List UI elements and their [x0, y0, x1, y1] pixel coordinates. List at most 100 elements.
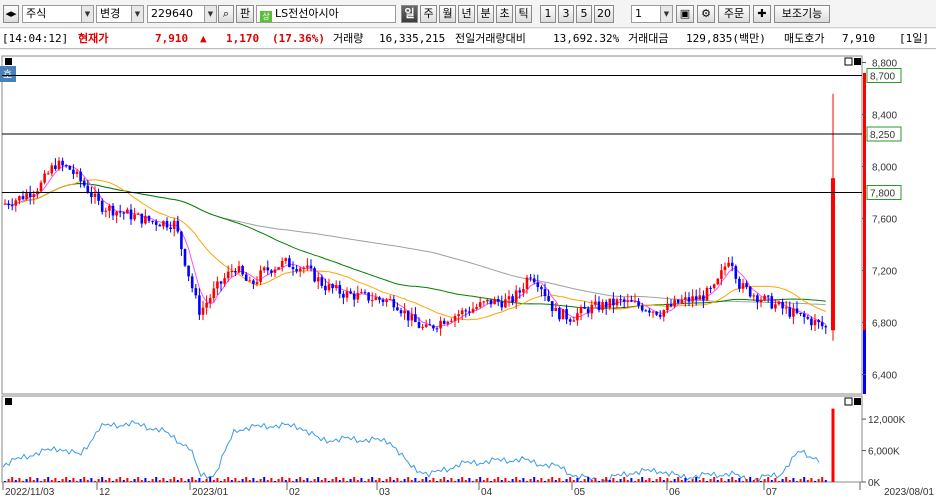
- stock-code-input[interactable]: 229640 ▼: [147, 5, 217, 23]
- volume-bar: [680, 480, 683, 482]
- candle-body: [748, 286, 752, 297]
- candle-body: [741, 283, 745, 289]
- chevron-down-icon[interactable]: ▼: [81, 6, 93, 22]
- candle-body: [201, 307, 205, 315]
- volume-bar: [29, 477, 32, 482]
- panel-menu-icon[interactable]: [5, 58, 12, 65]
- nav-arrows-button[interactable]: ◂▸: [3, 5, 19, 23]
- volume-bar: [202, 481, 204, 482]
- candle-body: [594, 301, 597, 305]
- volume-bar: [47, 477, 50, 482]
- candle-body: [417, 321, 421, 328]
- period-button[interactable]: 틱: [515, 5, 532, 23]
- save-button[interactable]: ▣: [676, 5, 694, 23]
- volume-bar: [623, 477, 626, 482]
- candle-body: [216, 281, 219, 289]
- volume-bar: [659, 477, 662, 482]
- volume-bar: [104, 480, 107, 482]
- candle-body: [442, 320, 446, 324]
- close-icon[interactable]: [854, 58, 861, 65]
- chevron-down-icon[interactable]: ▼: [660, 6, 672, 22]
- candle-body: [21, 196, 25, 200]
- interval-button[interactable]: 20: [594, 5, 614, 23]
- search-button[interactable]: ⌕: [218, 5, 234, 23]
- period-button[interactable]: 일: [401, 5, 418, 23]
- stock-chart[interactable]: 호 8,700 8,250 7,800 8,800 8,400 8,000 7,600 7,…: [0, 50, 936, 498]
- candle-body: [367, 292, 370, 301]
- chevron-down-icon[interactable]: ▼: [131, 6, 143, 22]
- stock-name-field[interactable]: 상 LS전선아시아: [256, 5, 396, 23]
- volume-bar: [605, 477, 608, 482]
- volume-bar: [767, 477, 770, 482]
- candle-body: [316, 277, 320, 282]
- candle-body: [579, 307, 583, 314]
- add-button[interactable]: ✚: [753, 5, 771, 23]
- candle-body: [550, 301, 554, 312]
- candle-body: [266, 267, 270, 271]
- period-button[interactable]: 년: [458, 5, 475, 23]
- candle-body: [439, 320, 442, 329]
- candle-body: [331, 284, 334, 289]
- period-button[interactable]: 주: [420, 5, 437, 23]
- period-button[interactable]: 월: [439, 5, 456, 23]
- candle-body: [46, 173, 50, 175]
- period-button[interactable]: 초: [496, 5, 513, 23]
- candle-body: [597, 301, 601, 311]
- volume-bar: [220, 481, 222, 482]
- candle-body: [684, 297, 687, 300]
- candle-body: [558, 308, 561, 320]
- maximize-icon[interactable]: [844, 57, 853, 66]
- count-value: 1: [635, 7, 642, 20]
- date-tick-label: 06: [669, 487, 681, 498]
- candle-body: [162, 221, 165, 227]
- price-range-marker: [863, 330, 866, 394]
- change-select[interactable]: 변경 ▼: [96, 5, 144, 23]
- panel-menu-icon[interactable]: [5, 398, 12, 405]
- volume-bar: [274, 481, 276, 482]
- candle-body: [633, 301, 637, 303]
- settings-button[interactable]: ⚙: [697, 5, 715, 23]
- candle-body: [666, 304, 669, 311]
- volume-bar: [497, 477, 500, 482]
- candle-body: [694, 296, 698, 300]
- interval-button[interactable]: 1: [540, 5, 556, 23]
- close-icon[interactable]: [854, 398, 861, 405]
- pan-button[interactable]: 판: [236, 5, 254, 23]
- candle-body: [298, 268, 302, 272]
- order-button[interactable]: 주문: [718, 5, 750, 23]
- candle-body: [547, 296, 550, 302]
- maximize-icon[interactable]: [844, 397, 853, 406]
- volume-bar: [695, 477, 698, 482]
- volume-bar: [173, 477, 176, 482]
- volume-bar: [11, 477, 14, 482]
- candle-body: [460, 310, 464, 315]
- candle-body: [133, 214, 136, 220]
- volume-bar: [724, 481, 726, 482]
- period-button[interactable]: 분: [477, 5, 494, 23]
- candle-body: [90, 192, 93, 198]
- chevron-down-icon[interactable]: ▼: [204, 6, 216, 22]
- candle-body: [349, 291, 352, 294]
- volume-bar: [212, 480, 215, 482]
- volume-bar: [760, 481, 762, 482]
- gear-icon: ⚙: [701, 7, 711, 20]
- volume-bar: [587, 477, 590, 482]
- interval-button[interactable]: 3: [558, 5, 574, 23]
- candle-body: [673, 299, 676, 307]
- count-select[interactable]: 1 ▼: [631, 5, 673, 23]
- interval-button[interactable]: 5: [576, 5, 592, 23]
- candle-body: [518, 290, 522, 293]
- volume-bar: [752, 480, 755, 482]
- aux-function-button[interactable]: 보조기능: [774, 5, 830, 23]
- volume-bar: [518, 480, 521, 482]
- market-select-value: 주식: [26, 7, 47, 20]
- volume-bar: [256, 481, 258, 482]
- volume-bar: [490, 481, 492, 482]
- candle-body: [248, 280, 252, 282]
- chart-canvas[interactable]: 호 8,7008,2507,800 8,8008,4008,0007,6007,…: [0, 50, 936, 498]
- price-level-label: 8,250: [870, 130, 895, 141]
- market-select[interactable]: 주식 ▼: [22, 5, 94, 23]
- candle-body: [658, 314, 662, 317]
- volume-bar: [144, 478, 147, 482]
- date-tick-label: 2023/01: [192, 487, 229, 498]
